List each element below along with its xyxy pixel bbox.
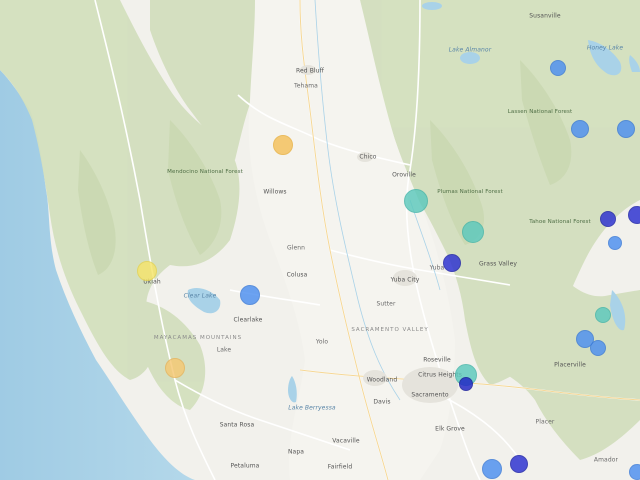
- label-santa-rosa: Santa Rosa: [219, 421, 255, 429]
- label-sutter: Sutter: [376, 300, 396, 308]
- label-willows: Willows: [263, 188, 287, 196]
- marker-south-1[interactable]: [482, 459, 502, 479]
- label-elk-grove: Elk Grove: [435, 425, 465, 433]
- label-placerville: Placerville: [554, 361, 586, 369]
- label-yuba: Yuba: [429, 264, 445, 272]
- label-honey-lake: Honey Lake: [586, 44, 624, 52]
- label-lassen-nf: Lassen National Forest: [507, 109, 573, 115]
- label-vacaville: Vacaville: [332, 437, 360, 445]
- label-clear-lake: Clear Lake: [183, 292, 217, 300]
- marker-citrus-heights-dark[interactable]: [459, 377, 473, 391]
- marker-east-6[interactable]: [608, 236, 622, 250]
- marker-santa-rosa-north[interactable]: [165, 358, 185, 378]
- label-roseville: Roseville: [423, 356, 451, 364]
- label-amador: Amador: [593, 456, 619, 464]
- label-tehama: Tehama: [294, 82, 318, 90]
- label-napa: Napa: [287, 448, 305, 456]
- marker-east-3[interactable]: [617, 120, 635, 138]
- marker-red-bluff-south[interactable]: [273, 135, 293, 155]
- label-sacramento-valley: SACRAMENTO VALLEY: [351, 327, 429, 333]
- label-mayacamas: MAYACAMAS MOUNTAINS: [153, 335, 243, 341]
- marker-south-2[interactable]: [510, 455, 528, 473]
- marker-east-5[interactable]: [628, 206, 640, 224]
- label-clearlake: Clearlake: [233, 316, 263, 324]
- label-tahoe-nf: Tahoe National Forest: [529, 219, 591, 225]
- label-yolo: Yolo: [315, 338, 329, 346]
- label-sacramento: Sacramento: [411, 391, 449, 399]
- label-woodland: Woodland: [366, 376, 398, 384]
- marker-east-2[interactable]: [571, 120, 589, 138]
- marker-east-7[interactable]: [595, 307, 611, 323]
- marker-east-4[interactable]: [600, 211, 616, 227]
- label-susanville: Susanville: [529, 12, 561, 20]
- label-mendocino-nf: Mendocino National Forest: [167, 169, 243, 175]
- label-chico: Chico: [359, 153, 377, 161]
- label-lake-berryessa: Lake Berryessa: [288, 404, 336, 412]
- map-canvas[interactable]: Red Bluff Chico Yuba City Roseville Citr…: [0, 0, 640, 480]
- marker-oroville[interactable]: [404, 189, 428, 213]
- label-lake-almanor: Lake Almanor: [448, 46, 492, 54]
- label-yuba-city: Yuba City: [390, 276, 420, 284]
- label-red-bluff: Red Bluff: [295, 67, 325, 75]
- marker-east-9[interactable]: [590, 340, 606, 356]
- label-fairfield: Fairfield: [327, 463, 353, 471]
- label-plumas-nf: Plumas National Forest: [437, 189, 503, 195]
- label-oroville: Oroville: [392, 171, 416, 179]
- marker-grass-valley-west[interactable]: [462, 221, 484, 243]
- marker-east-1[interactable]: [550, 60, 566, 76]
- label-colusa: Colusa: [286, 271, 308, 279]
- marker-yuba-east[interactable]: [443, 254, 461, 272]
- marker-clearlake[interactable]: [240, 285, 260, 305]
- label-grass-valley: Grass Valley: [478, 260, 518, 268]
- label-lake: Lake: [216, 346, 232, 354]
- label-placer: Placer: [535, 418, 555, 426]
- label-davis: Davis: [373, 398, 391, 406]
- marker-ukiah[interactable]: [137, 261, 157, 281]
- marker-south-3[interactable]: [629, 464, 640, 480]
- label-glenn: Glenn: [286, 244, 306, 252]
- label-petaluma: Petaluma: [230, 462, 260, 470]
